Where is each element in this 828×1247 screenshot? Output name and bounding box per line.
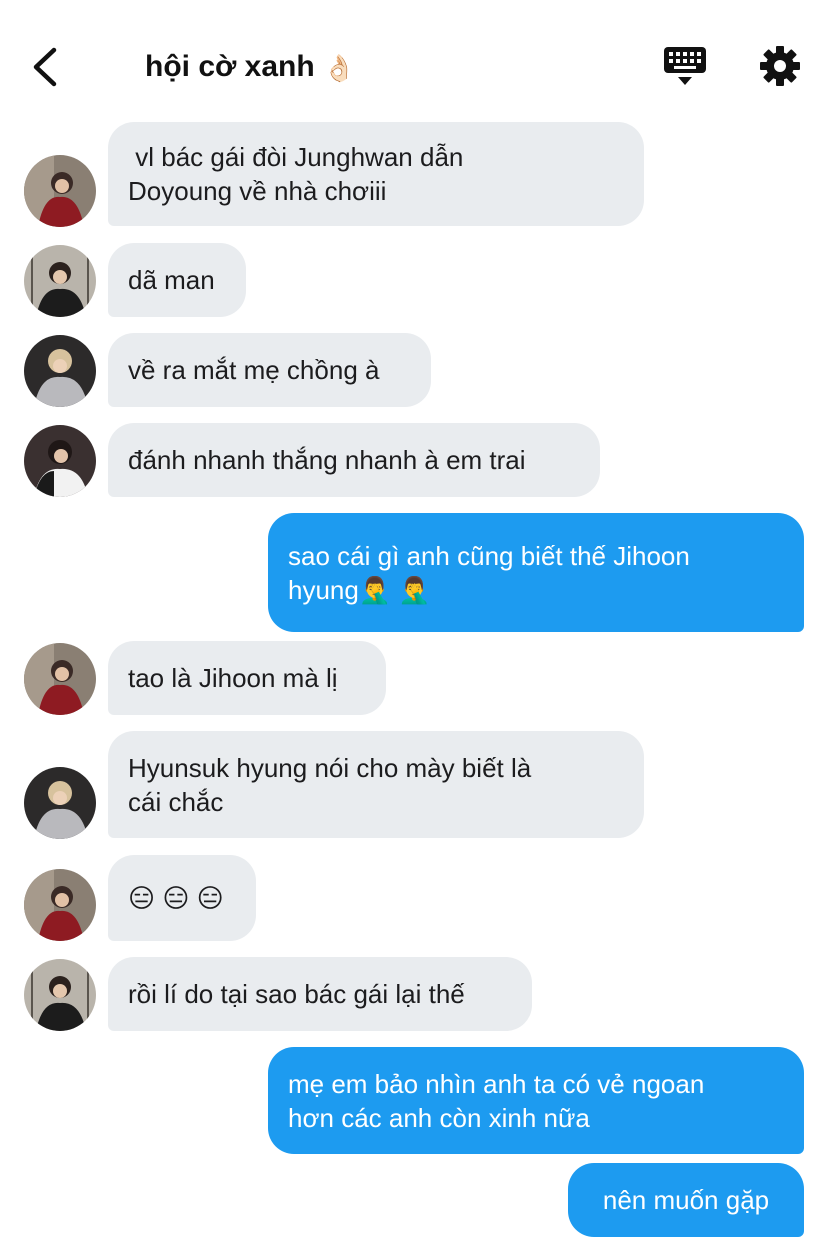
avatar-black-jacket-photo [24,245,96,317]
avatar-red-jacket-photo [24,643,96,715]
avatar-black-white-jacket-photo [24,425,96,497]
avatar[interactable] [24,425,96,497]
avatar[interactable] [24,767,96,839]
keyboard-button[interactable] [662,44,708,90]
keyboard-icon [664,47,706,85]
message-bubble[interactable]: dã man [108,243,246,317]
avatar-black-jacket-photo [24,959,96,1031]
avatar-grey-hoodie-photo [24,767,96,839]
avatar[interactable] [24,959,96,1031]
avatar-red-jacket-photo [24,869,96,941]
message-bubble[interactable]: 😑 😑 😑 [108,855,256,941]
avatar[interactable] [24,643,96,715]
chevron-left-icon [33,47,57,87]
avatar[interactable] [24,245,96,317]
avatar-grey-hoodie-photo [24,335,96,407]
gear-icon [760,46,800,86]
message-bubble[interactable]: về ra mắt mẹ chồng à [108,333,431,407]
ok-hand-emoji: 👌🏻 [323,52,356,83]
message-bubble-outgoing[interactable]: mẹ em bảo nhìn anh ta có vẻ ngoan hơn cá… [268,1047,804,1154]
chat-header: hội cờ xanh 👌🏻 [0,0,828,120]
message-bubble[interactable]: đánh nhanh thắng nhanh à em trai [108,423,600,497]
message-bubble[interactable]: vl bác gái đòi Junghwan dẫn Doyoung về n… [108,122,644,226]
avatar[interactable] [24,335,96,407]
message-bubble[interactable]: rồi lí do tại sao bác gái lại thế [108,957,532,1031]
conversation-title[interactable]: hội cờ xanh 👌🏻 [145,50,355,84]
avatar[interactable] [24,869,96,941]
title-text: hội cờ xanh [145,50,315,83]
back-button[interactable] [26,44,66,90]
avatar[interactable] [24,155,96,227]
message-bubble-outgoing[interactable]: nên muốn gặp [568,1163,804,1237]
message-bubble[interactable]: Hyunsuk hyung nói cho mày biết là cái ch… [108,731,644,838]
message-bubble-outgoing[interactable]: sao cái gì anh cũng biết thế Jihoon hyun… [268,513,804,632]
avatar-red-jacket-photo [24,155,96,227]
settings-button[interactable] [758,44,802,88]
message-bubble[interactable]: tao là Jihoon mà lị [108,641,386,715]
